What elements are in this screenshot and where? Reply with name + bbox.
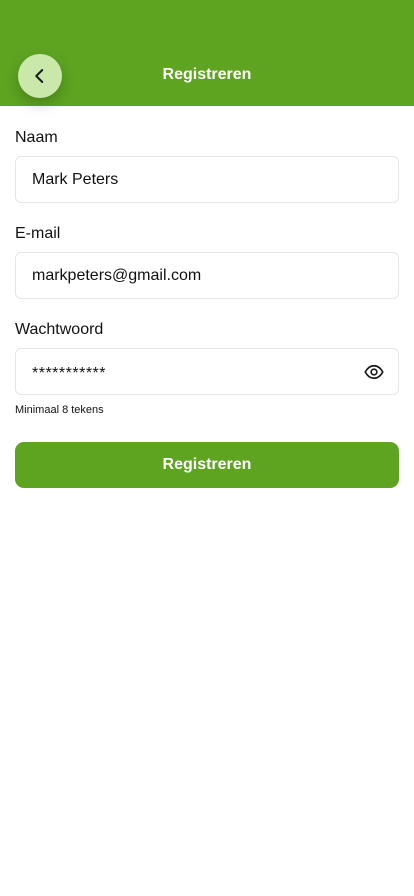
name-input[interactable] — [32, 170, 384, 189]
page-title: Registreren — [162, 66, 252, 83]
password-field[interactable]: *********** — [15, 348, 399, 395]
password-hint: Minimaal 8 tekens — [15, 404, 104, 416]
email-field-container — [15, 252, 399, 299]
register-button[interactable]: Registreren — [15, 442, 399, 488]
email-input[interactable] — [32, 266, 384, 285]
app-header: Registreren — [0, 0, 414, 106]
password-input[interactable]: *********** — [32, 360, 364, 383]
eye-icon[interactable] — [364, 362, 384, 382]
name-field-container — [15, 156, 399, 203]
name-label: Naam — [15, 129, 58, 146]
password-label: Wachtwoord — [15, 321, 104, 338]
email-label: E-mail — [15, 225, 61, 242]
